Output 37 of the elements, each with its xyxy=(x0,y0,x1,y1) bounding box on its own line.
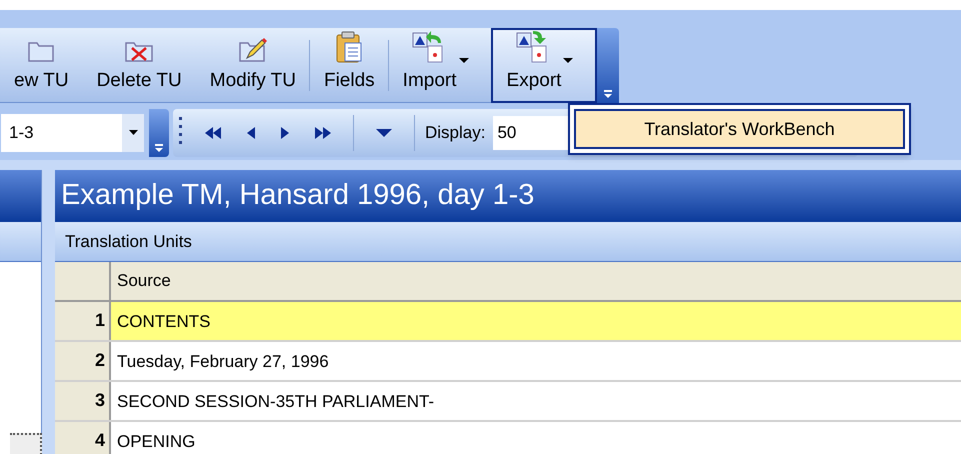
menu-item[interactable]: Translator's WorkBench xyxy=(574,109,905,149)
toolbar-overflow-button[interactable] xyxy=(149,108,169,156)
next-icon xyxy=(281,126,289,138)
toolbar-button[interactable]: Modify TU xyxy=(196,28,310,103)
panel-subheader xyxy=(0,222,41,262)
dropdown-arrow-icon xyxy=(458,58,469,62)
display-value: 50 xyxy=(497,122,516,144)
toolbar-button[interactable]: Delete TU xyxy=(82,28,196,103)
overflow-icon xyxy=(603,90,614,99)
dropdown-arrow-icon xyxy=(128,130,138,135)
toolbar-button[interactable]: Import xyxy=(388,28,491,103)
row-number: 4 xyxy=(55,422,111,454)
dropdown-arrow-icon xyxy=(562,58,573,62)
first-icon xyxy=(205,126,221,138)
toolbar-button[interactable]: ew TU xyxy=(0,28,83,103)
display-label: Display: xyxy=(425,122,486,144)
row-number: 1 xyxy=(55,302,111,340)
panel-title: Example TM, Hansard 1996, day 1-3 xyxy=(55,170,961,222)
row-number: 2 xyxy=(55,342,111,380)
export-icon xyxy=(514,28,549,62)
dropdown-arrow-icon xyxy=(376,128,392,136)
clipboard-icon xyxy=(335,30,364,62)
toolbar-button[interactable]: Fields xyxy=(310,28,389,103)
import-icon xyxy=(410,28,445,62)
combo-box[interactable]: 1-3 xyxy=(0,112,145,152)
toolbar-overflow-button[interactable] xyxy=(597,28,620,103)
section-header: Translation Units xyxy=(55,222,961,262)
last-icon xyxy=(315,126,331,138)
overflow-icon xyxy=(154,144,164,152)
table-cell: CONTENTS xyxy=(111,302,961,340)
panel-header xyxy=(0,170,41,222)
previous-icon xyxy=(247,126,255,138)
combo-value: 1-3 xyxy=(8,122,35,144)
toolbar-button[interactable]: Export xyxy=(490,28,598,103)
folder-edit-icon xyxy=(238,36,268,62)
ellipsis-button[interactable] xyxy=(10,433,42,454)
row-number: 3 xyxy=(55,382,111,420)
